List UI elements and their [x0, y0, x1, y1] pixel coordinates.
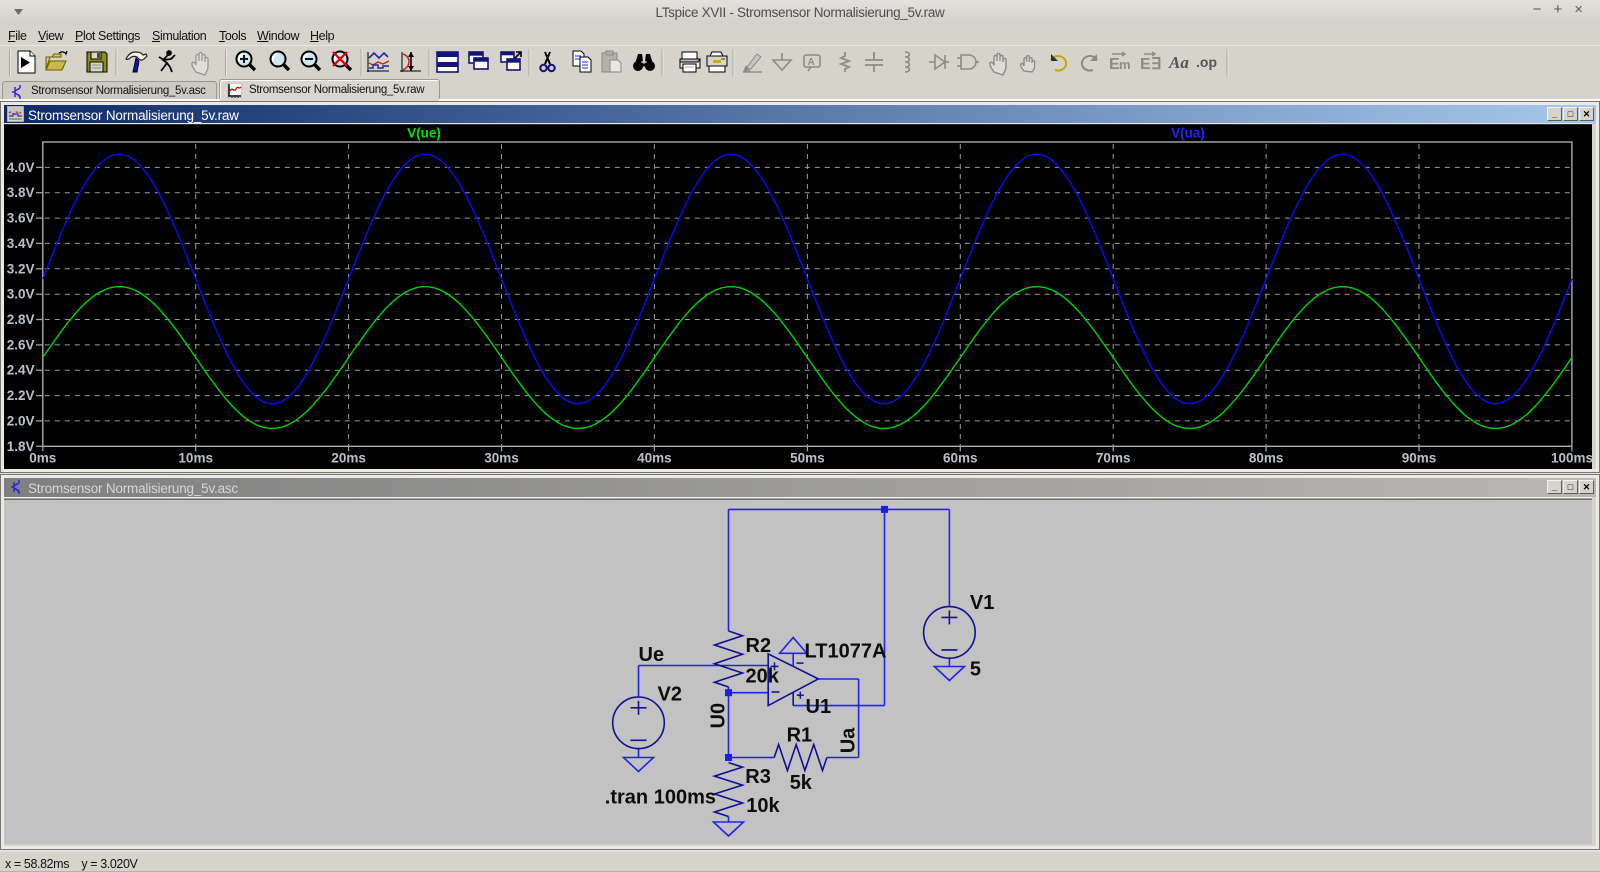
svg-text:50ms: 50ms — [790, 451, 825, 466]
svg-text:.tran 100ms: .tran 100ms — [605, 787, 716, 809]
svg-text:40ms: 40ms — [637, 451, 672, 466]
svg-text:R2: R2 — [746, 635, 772, 657]
svg-text:Ue: Ue — [639, 644, 665, 666]
svg-text:3.6V: 3.6V — [7, 211, 35, 226]
svg-text:3.4V: 3.4V — [7, 236, 35, 251]
svg-text:70ms: 70ms — [1096, 451, 1131, 466]
svg-text:60ms: 60ms — [943, 451, 978, 466]
svg-text:3.0V: 3.0V — [7, 287, 35, 302]
svg-text:2.2V: 2.2V — [7, 388, 35, 403]
svg-text:90ms: 90ms — [1402, 451, 1437, 466]
svg-text:Aa: Aa — [1168, 53, 1189, 72]
svg-text:E: E — [1140, 56, 1151, 73]
svg-text:2.0V: 2.0V — [7, 413, 35, 428]
svg-text:V(ue): V(ue) — [407, 126, 441, 141]
svg-text:3.2V: 3.2V — [7, 261, 35, 276]
svg-text:4.0V: 4.0V — [7, 160, 35, 175]
svg-text:100ms: 100ms — [1551, 451, 1592, 466]
svg-text:5: 5 — [970, 659, 981, 681]
svg-text:10ms: 10ms — [178, 451, 213, 466]
svg-text:U0: U0 — [708, 703, 730, 729]
svg-text:m: m — [1119, 57, 1131, 72]
svg-text:2.8V: 2.8V — [7, 312, 35, 327]
svg-text:LT1077A: LT1077A — [805, 641, 887, 663]
svg-text:Ua: Ua — [837, 727, 859, 753]
svg-text:2.6V: 2.6V — [7, 337, 35, 352]
svg-text:A: A — [808, 57, 815, 68]
svg-text:3.8V: 3.8V — [7, 185, 35, 200]
svg-text:U1: U1 — [806, 696, 832, 718]
svg-text:.op: .op — [1196, 54, 1217, 70]
svg-text:2.4V: 2.4V — [7, 363, 35, 378]
svg-text:80ms: 80ms — [1249, 451, 1284, 466]
svg-text:20k: 20k — [746, 666, 780, 688]
svg-text:R1: R1 — [787, 725, 813, 747]
svg-text:V(ua): V(ua) — [1171, 126, 1205, 141]
svg-text:V2: V2 — [658, 684, 682, 706]
svg-text:5k: 5k — [790, 772, 813, 794]
svg-text:0ms: 0ms — [29, 451, 56, 466]
svg-text:∃: ∃ — [1151, 56, 1161, 73]
svg-text:R3: R3 — [745, 766, 771, 788]
svg-text:30ms: 30ms — [484, 451, 519, 466]
svg-text:V1: V1 — [970, 592, 994, 614]
svg-text:20ms: 20ms — [331, 451, 366, 466]
svg-text:10k: 10k — [746, 795, 780, 817]
